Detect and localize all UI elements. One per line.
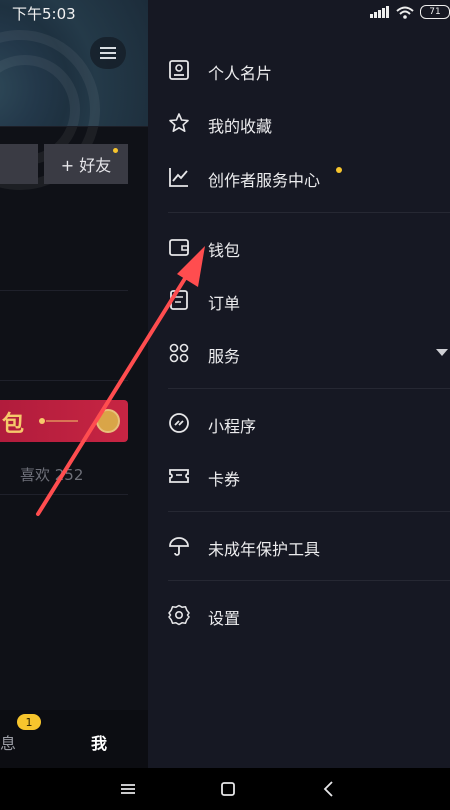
system-nav-bar [0, 768, 450, 810]
annotation-arrow [36, 246, 205, 516]
home-nav-icon[interactable] [217, 778, 239, 800]
back-nav-icon[interactable] [318, 778, 340, 800]
menu-nav-icon[interactable] [117, 778, 139, 800]
